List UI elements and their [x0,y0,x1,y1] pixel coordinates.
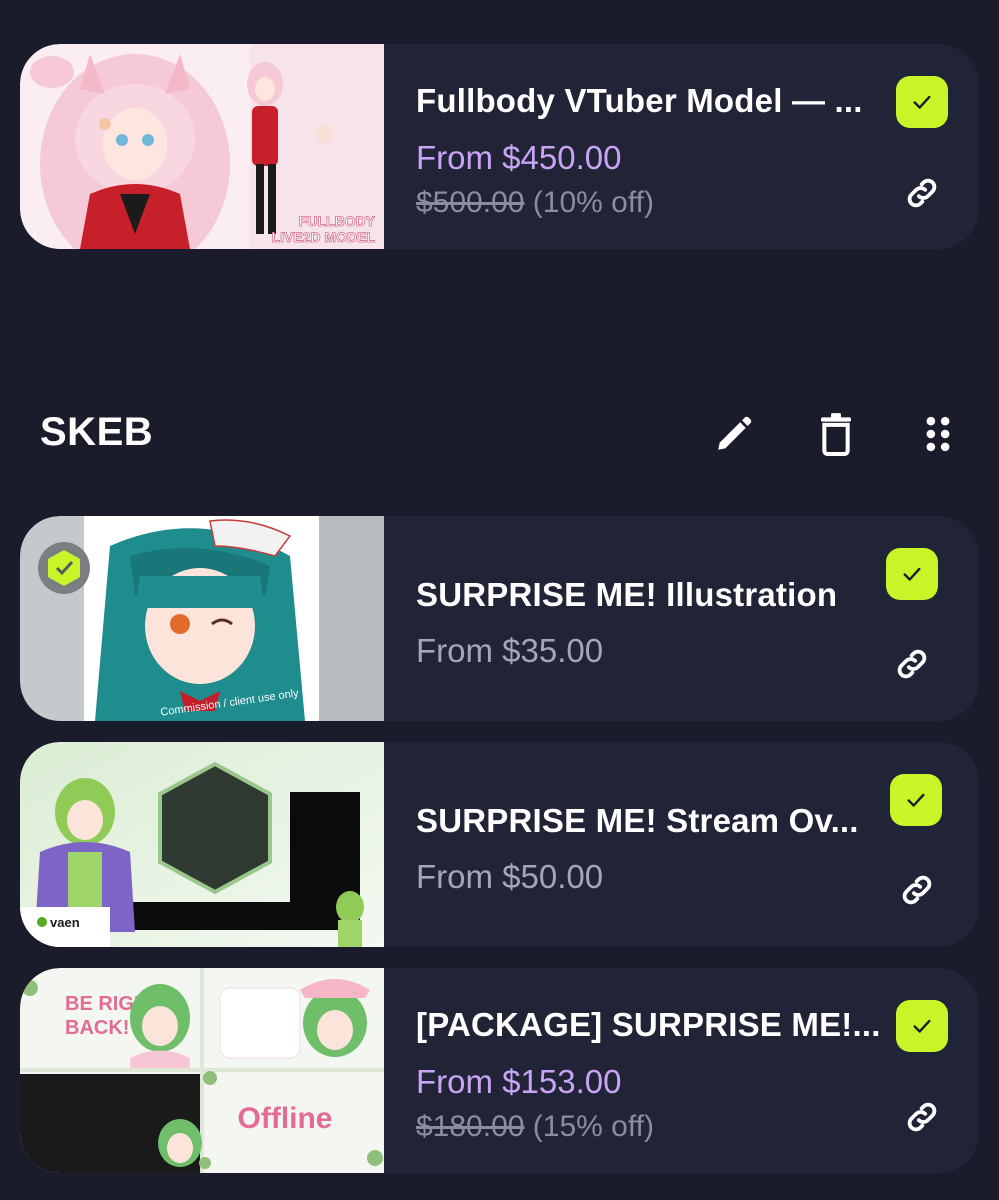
product-thumbnail: vaen [20,742,384,947]
thumb-text: Offline [238,1102,333,1135]
product-price: From $35.00 [416,632,604,669]
thumb-text: BACK! [65,1017,129,1039]
product-title: [PACKAGE] SURPRISE ME!... [416,1006,881,1043]
trash-icon [821,413,851,456]
copy-link-button[interactable] [890,642,934,686]
discount-label: (15% off) [532,1110,654,1143]
product-card[interactable]: BE RIGHT BACK! Offline [PACKAGE] SURPRIS… [20,968,979,1173]
select-checkbox[interactable] [896,1000,948,1052]
select-checkbox[interactable] [890,774,942,826]
check-icon [903,567,921,581]
drag-section-handle[interactable] [914,410,962,458]
product-title: SURPRISE ME! Stream Ov... [416,802,859,839]
pencil-icon [718,416,752,450]
edit-section-button[interactable] [710,410,758,458]
check-icon [907,793,925,807]
product-price: From $450.00 [416,139,622,176]
product-thumbnail: BE RIGHT BACK! Offline [20,968,384,1173]
product-price: From $153.00 [416,1063,622,1100]
product-title: Fullbody VTuber Model — ... [416,82,863,119]
select-checkbox[interactable] [886,548,938,600]
check-icon [913,1019,931,1033]
section-title: SKEB [40,410,154,454]
copy-link-button[interactable] [895,868,939,912]
check-icon [913,95,931,109]
product-card[interactable]: FULLBODY LIVE2D MODEL Fullbody VTuber Mo… [20,44,979,249]
product-card[interactable]: Commission / client use only SURPRISE ME… [20,516,979,721]
original-price: $180.00 [416,1110,525,1143]
original-price: $500.00 [416,186,525,219]
product-title: SURPRISE ME! Illustration [416,576,838,613]
delete-section-button[interactable] [812,410,860,458]
product-old-price: $180.00 (15% off) [416,1110,654,1144]
product-card[interactable]: vaen SURPRISE ME! Stream Ov... From $50.… [20,742,979,947]
copy-link-button[interactable] [900,1095,944,1139]
thumb-text: LIVE2D MODEL [272,229,376,245]
product-old-price: $500.00 (10% off) [416,186,654,220]
thumb-logo: vaen [50,915,80,930]
link-icon [907,178,937,208]
drag-handle-icon [926,416,950,452]
link-icon [902,875,932,905]
discount-label: (10% off) [532,186,654,219]
link-icon [907,1102,937,1132]
copy-link-button[interactable] [900,171,944,215]
thumb-text: FULLBODY [299,213,376,229]
select-checkbox[interactable] [896,76,948,128]
link-icon [897,649,927,679]
product-thumbnail: FULLBODY LIVE2D MODEL [20,44,384,249]
product-price: From $50.00 [416,858,604,895]
product-thumbnail: Commission / client use only [20,516,384,721]
